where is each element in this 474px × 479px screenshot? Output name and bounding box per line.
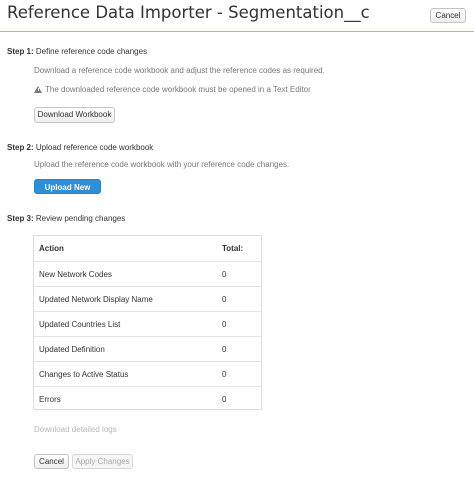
step1-title: Define reference code changes	[33, 47, 148, 56]
step3-title: Review pending changes	[33, 214, 126, 223]
download-workbook-button[interactable]: Download Workbook	[34, 107, 115, 123]
row-action: Changes to Active Status	[39, 370, 129, 379]
column-header-total: Total:	[222, 244, 244, 253]
download-logs-link[interactable]: Download detailed logs	[34, 425, 117, 434]
table-row: Updated Countries List 0	[34, 311, 261, 336]
step1-heading: Step 1: Define reference code changes	[7, 47, 147, 56]
step1-prefix: Step 1:	[7, 47, 34, 56]
row-total: 0	[222, 320, 227, 329]
row-total: 0	[222, 295, 227, 304]
step2-title: Upload reference code workbook	[33, 143, 154, 152]
step3-prefix: Step 3:	[7, 214, 34, 223]
page-header: Reference Data Importer - Segmentation__…	[0, 0, 474, 32]
row-action: Updated Definition	[39, 345, 105, 354]
row-total: 0	[222, 395, 227, 404]
table-header-row: Action Total:	[34, 236, 261, 261]
table-row: Updated Network Display Name 0	[34, 286, 261, 311]
row-total: 0	[222, 345, 227, 354]
step1-warning-text: The downloaded reference code workbook m…	[45, 85, 311, 94]
row-action: Errors	[39, 395, 61, 404]
row-action: New Network Codes	[39, 270, 112, 279]
row-total: 0	[222, 270, 227, 279]
step2-heading: Step 2: Upload reference code workbook	[7, 143, 153, 152]
table-row: Errors 0	[34, 386, 261, 411]
page-title: Reference Data Importer - Segmentation__…	[7, 3, 370, 22]
step1-warning: The downloaded reference code workbook m…	[34, 85, 311, 94]
cancel-button[interactable]: Cancel	[34, 454, 69, 469]
step2-description: Upload the reference code workbook with …	[34, 160, 290, 169]
row-action: Updated Countries List	[39, 320, 121, 329]
cancel-button-top[interactable]: Cancel	[430, 8, 466, 23]
step2-prefix: Step 2:	[7, 143, 34, 152]
table-row: Changes to Active Status 0	[34, 361, 261, 386]
table-row: Updated Definition 0	[34, 336, 261, 361]
pending-changes-table: Action Total: New Network Codes 0 Update…	[33, 235, 262, 410]
apply-changes-button[interactable]: Apply Changes	[72, 454, 133, 469]
upload-new-file-button[interactable]: Upload New File	[34, 179, 101, 205]
table-row: New Network Codes 0	[34, 261, 261, 286]
step1-description: Download a reference code workbook and a…	[34, 66, 325, 75]
row-total: 0	[222, 370, 227, 379]
step3-heading: Step 3: Review pending changes	[7, 214, 125, 223]
warning-triangle-icon	[34, 86, 42, 93]
row-action: Updated Network Display Name	[39, 295, 153, 304]
column-header-action: Action	[39, 244, 64, 253]
